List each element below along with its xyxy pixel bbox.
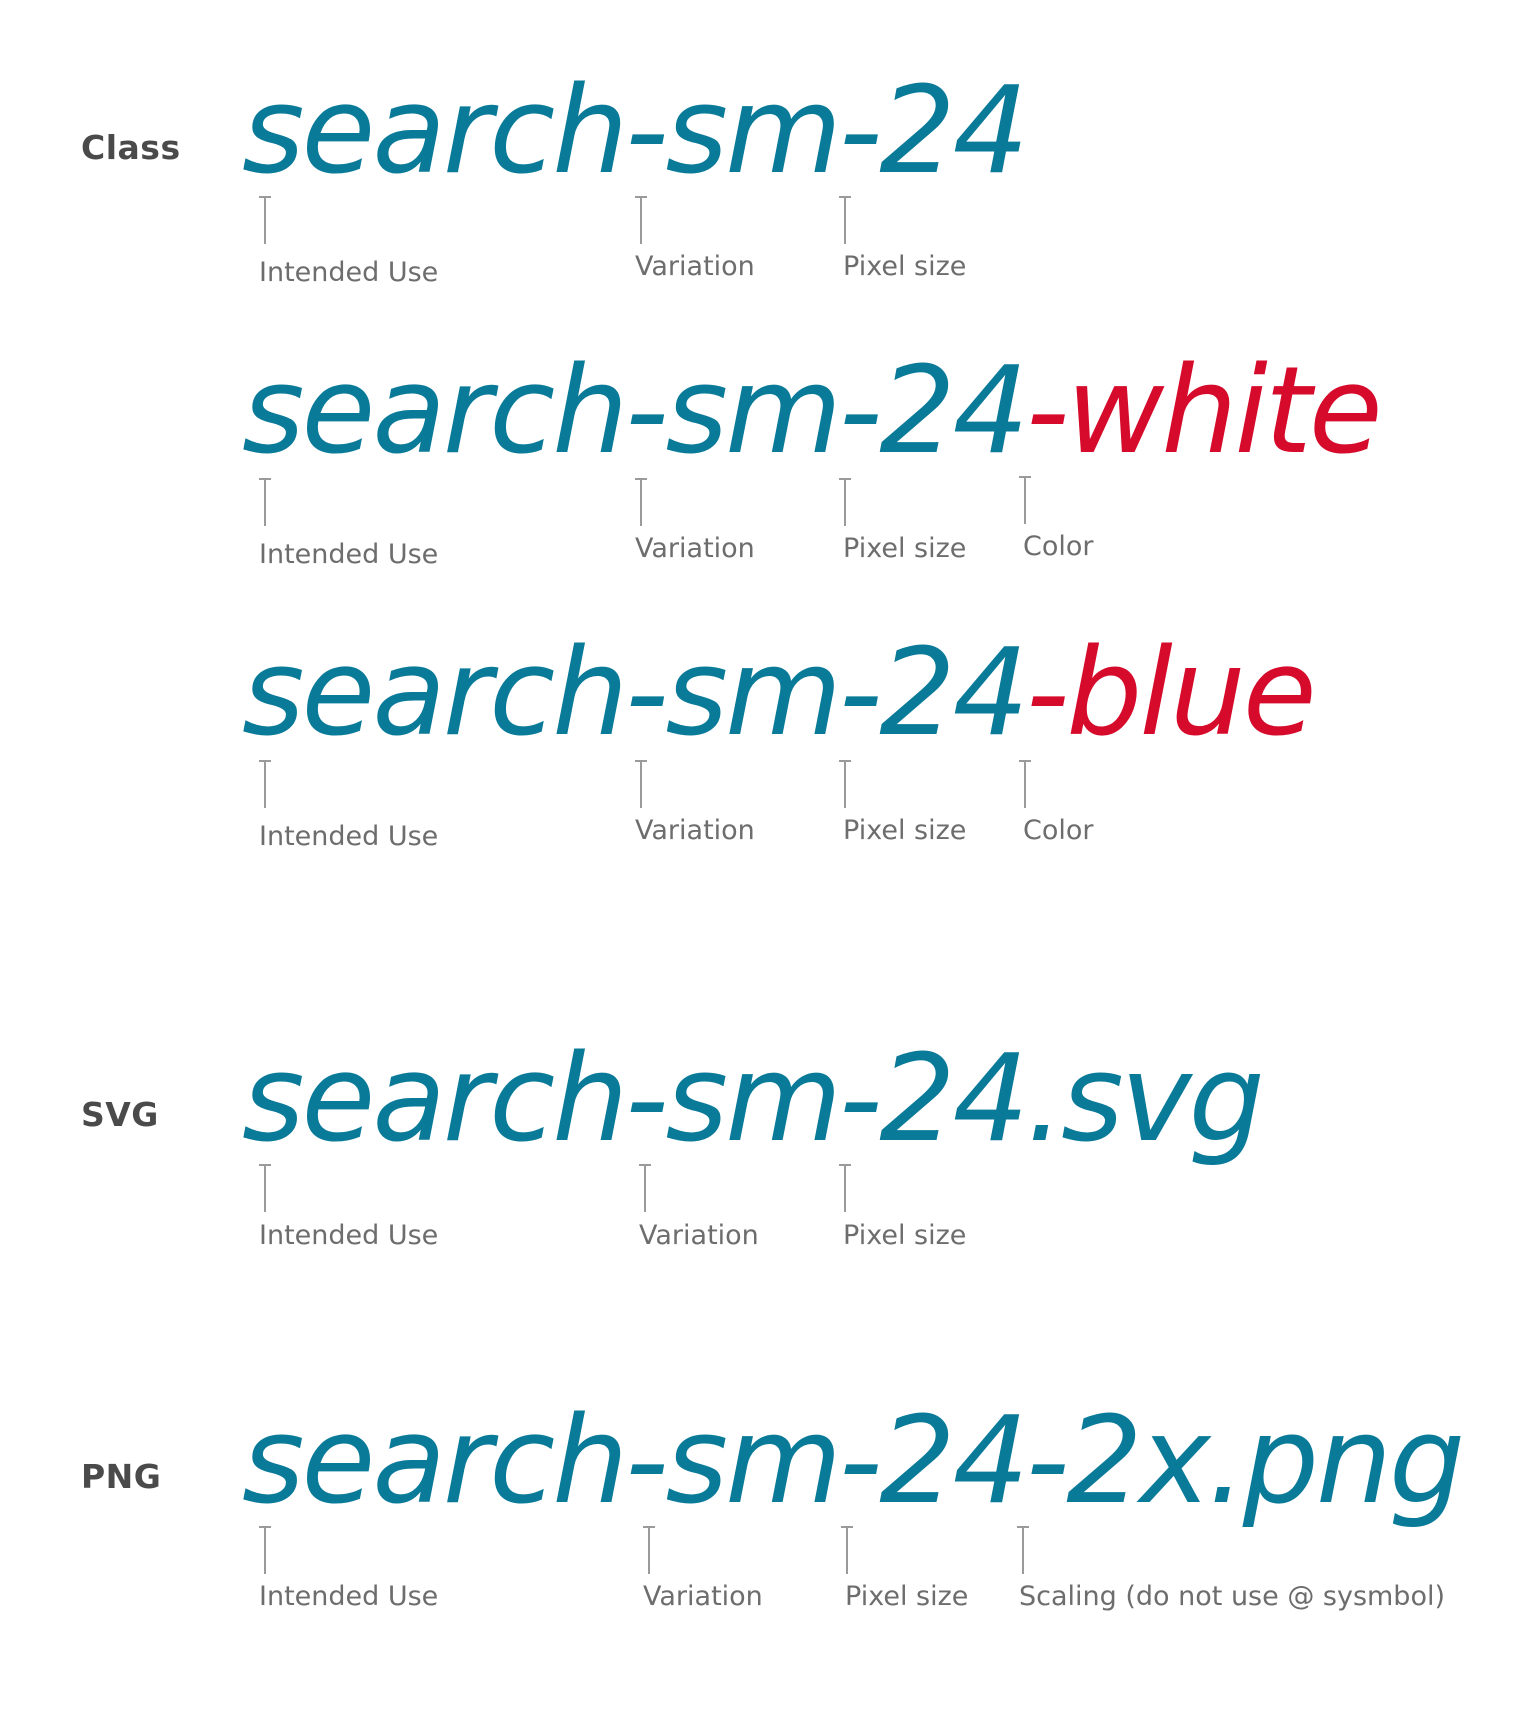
marker-variation (635, 196, 647, 244)
marker-intended-use (259, 1164, 271, 1212)
class-name-main: search-sm-24 (242, 624, 1029, 763)
annotation-pixel-size: Pixel size (843, 251, 967, 282)
marker-pixel-size (839, 760, 851, 808)
marker-intended-use (259, 478, 271, 526)
marker-variation (635, 478, 647, 526)
class-name-example: search-sm-24 (242, 72, 1029, 192)
annotation-variation: Variation (635, 251, 755, 282)
annotation-color: Color (1023, 815, 1094, 846)
section-label-svg: SVG (81, 1095, 159, 1134)
annotation-color: Color (1023, 531, 1094, 562)
section-label-png: PNG (81, 1457, 162, 1496)
marker-pixel-size (839, 478, 851, 526)
annotation-intended-use: Intended Use (259, 1581, 439, 1612)
png-filename-example: search-sm-24-2x.png (242, 1402, 1465, 1522)
section-label-class: Class (81, 128, 181, 167)
annotation-intended-use: Intended Use (259, 257, 439, 288)
annotation-intended-use: Intended Use (259, 1220, 439, 1251)
marker-color (1019, 476, 1031, 524)
marker-variation (635, 760, 647, 808)
marker-intended-use (259, 1526, 271, 1574)
color-suffix: -white (1025, 342, 1383, 481)
marker-pixel-size (841, 1526, 853, 1574)
annotation-intended-use: Intended Use (259, 821, 439, 852)
marker-pixel-size (839, 1164, 851, 1212)
annotation-scaling: Scaling (do not use @ sysmbol) (1019, 1581, 1446, 1612)
annotation-variation: Variation (643, 1581, 763, 1612)
annotation-intended-use: Intended Use (259, 539, 439, 570)
annotation-pixel-size: Pixel size (843, 1220, 967, 1251)
marker-variation (643, 1526, 655, 1574)
annotation-pixel-size: Pixel size (845, 1581, 969, 1612)
marker-variation (639, 1164, 651, 1212)
annotation-pixel-size: Pixel size (843, 533, 967, 564)
marker-scaling (1017, 1526, 1029, 1574)
class-name-blue-example: search-sm-24-blue (242, 634, 1317, 754)
annotation-variation: Variation (635, 815, 755, 846)
svg-filename: search-sm-24.svg (242, 1030, 1265, 1169)
class-name-white-example: search-sm-24-white (242, 352, 1383, 472)
class-name-main: search-sm-24 (242, 342, 1029, 481)
annotation-variation: Variation (635, 533, 755, 564)
marker-pixel-size (839, 196, 851, 244)
marker-intended-use (259, 760, 271, 808)
annotation-pixel-size: Pixel size (843, 815, 967, 846)
svg-filename-example: search-sm-24.svg (242, 1040, 1265, 1160)
color-suffix: -blue (1025, 624, 1317, 763)
marker-color (1019, 760, 1031, 808)
class-name-main: search-sm-24 (242, 62, 1029, 201)
annotation-variation: Variation (639, 1220, 759, 1251)
png-filename: search-sm-24-2x.png (242, 1392, 1465, 1531)
marker-intended-use (259, 196, 271, 244)
